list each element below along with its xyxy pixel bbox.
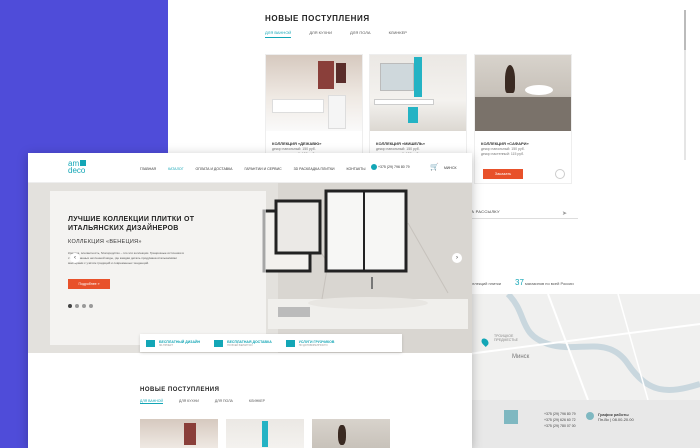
city-selector[interactable]: МИНСК: [444, 166, 457, 170]
feature-title: УСЛУГИ ГРУЗЧИКОВ: [298, 339, 335, 344]
news-tabs: ДЛЯ ВАННОЙ ДЛЯ КУХНИ ДЛЯ ПОЛА КЛИНКЕР: [140, 399, 265, 404]
slider-dot[interactable]: [68, 304, 72, 308]
top-nav: am deco ГЛАВНАЯ КАТАЛОГ ОПЛАТА И ДОСТАВК…: [28, 153, 472, 183]
tab-floor[interactable]: ДЛЯ ПОЛА: [350, 30, 371, 38]
hours-value: Пн-Вс | 08.00-20.00: [598, 417, 634, 422]
stat-collections: коллекций плитки: [468, 278, 501, 287]
tab-clinker[interactable]: КЛИНКЕР: [389, 30, 407, 38]
slider-dot[interactable]: [89, 304, 93, 308]
section-title: НОВЫЕ ПОСТУПЛЕНИЯ: [265, 14, 370, 23]
feature-title: БЕСПЛАТНАЯ ДОСТАВКА: [227, 339, 272, 344]
product-caption: КОЛЛЕКЦИЯ «МИШЕЛЬ»: [376, 141, 425, 146]
product-thumb[interactable]: [140, 419, 218, 448]
order-button[interactable]: Заказать: [483, 169, 523, 179]
menu-item-catalog[interactable]: КАТАЛОГ: [168, 167, 183, 171]
tab-kitchen[interactable]: ДЛЯ КУХНИ: [179, 399, 199, 404]
features-bar: БЕСПЛАТНЫЙ ДИЗАЙН 3D-ПРОЕКТ БЕСПЛАТНАЯ ДО…: [140, 334, 402, 352]
hero-text: Красота, элегантность, благородство – эт…: [68, 251, 184, 265]
compare-button[interactable]: [555, 169, 565, 179]
tab-kitchen[interactable]: ДЛЯ КУХНИ: [309, 30, 332, 38]
hero-title: ЛУЧШИЕ КОЛЛЕКЦИИ ПЛИТКИ ОТ ИТАЛЬЯНСКИХ Д…: [68, 216, 195, 232]
stat-shops: 37 магазинов по всей России: [515, 278, 574, 287]
product-image: [266, 55, 362, 131]
stat-label: магазинов по всей России: [525, 281, 574, 286]
category-tabs: ДЛЯ ВАННОЙ ДЛЯ КУХНИ ДЛЯ ПОЛА КЛИНКЕР: [265, 30, 407, 38]
slider-dot[interactable]: [82, 304, 86, 308]
slider-dots: [68, 304, 93, 308]
footer-phone[interactable]: +375 (29) 780 07 00: [544, 423, 576, 429]
handshake-icon: [285, 339, 295, 347]
logo[interactable]: am deco: [68, 160, 87, 175]
newsletter-label: НА РАССЫЛКУ: [468, 209, 500, 214]
phone-icon: [371, 164, 377, 170]
tab-bathroom[interactable]: ДЛЯ ВАННОЙ: [265, 30, 292, 38]
stat-label: коллекций плитки: [468, 281, 501, 286]
clock-icon: [586, 412, 594, 420]
hero-slider: ЛУЧШИЕ КОЛЛЕКЦИИ ПЛИТКИ ОТ ИТАЛЬЯНСКИХ Д…: [28, 183, 472, 353]
product-caption: КОЛЛЕКЦИЯ «САФАРИ»: [481, 141, 529, 146]
menu-item-3d[interactable]: 3D РАСКЛАДКА ПЛИТКИ: [294, 167, 335, 171]
hero-subtitle: КОЛЛЕКЦИЯ «ВЕНЕЦИЯ»: [68, 239, 142, 245]
menu-item-home[interactable]: ГЛАВНАЯ: [140, 167, 156, 171]
product-image: [370, 55, 466, 131]
product-card[interactable]: КОЛЛЕКЦИЯ «САФАРИ» декор напольный: 150 …: [474, 54, 572, 184]
feature-title: БЕСПЛАТНЫЙ ДИЗАЙН: [159, 339, 201, 344]
menu-item-delivery[interactable]: ОПЛАТА И ДОСТАВКА: [196, 167, 233, 171]
logo-bottom: deco: [68, 166, 86, 175]
product-meta: декор напольный: 150 руб. декор настенны…: [481, 147, 525, 157]
price-wall: декор настенный: 115 руб.: [481, 152, 525, 156]
map[interactable]: ТРОИЦКОЕ ПРЕДМЕСТЬЕ Минск: [468, 294, 700, 400]
truck-icon: [214, 339, 224, 347]
map-label-district: ТРОИЦКОЕ ПРЕДМЕСТЬЕ: [494, 334, 518, 342]
feature-sub: ПО ДОГОВОРЕННОСТИ: [298, 343, 328, 347]
more-button[interactable]: Подробнее »: [68, 279, 110, 289]
footer-logo-icon: [504, 410, 518, 424]
stats-row: коллекций плитки 37 магазинов по всей Ро…: [468, 278, 574, 287]
scrollbar-thumb[interactable]: [684, 10, 686, 50]
main-menu: ГЛАВНАЯ КАТАЛОГ ОПЛАТА И ДОСТАВКА ГАРАНТ…: [140, 167, 365, 171]
map-graphic: [468, 294, 700, 400]
scrollbar[interactable]: [684, 10, 686, 160]
menu-item-warranty[interactable]: ГАРАНТИИ И СЕРВИС: [245, 167, 282, 171]
feature-movers: УСЛУГИ ГРУЗЧИКОВ ПО ДОГОВОРЕННОСТИ: [285, 339, 335, 347]
tab-bathroom[interactable]: ДЛЯ ВАННОЙ: [140, 399, 164, 404]
tab-floor[interactable]: ДЛЯ ПОЛА: [215, 399, 233, 404]
slider-dot[interactable]: [75, 304, 79, 308]
send-icon[interactable]: ➤: [562, 210, 567, 217]
product-thumb[interactable]: [312, 419, 390, 448]
product-thumb[interactable]: [226, 419, 304, 448]
map-label-city: Минск: [512, 354, 530, 360]
newsletter-input[interactable]: [468, 218, 578, 219]
product-caption: КОЛЛЕКЦИЯ «ДЕЖАВЮ»: [272, 141, 322, 146]
footer-hours: График работы Пн-Вс | 08.00-20.00: [598, 412, 634, 422]
header-phone[interactable]: +375 (29) 796 80 79: [378, 165, 410, 169]
footer: +375 (29) 796 80 79 +375 (29) 626 60 72 …: [468, 400, 700, 448]
footer-phones: +375 (29) 796 80 79 +375 (29) 626 60 72 …: [544, 411, 576, 429]
tab-clinker[interactable]: КЛИНКЕР: [249, 399, 265, 404]
feature-sub: 3D-ПРОЕКТ: [159, 343, 174, 347]
stat-value: 37: [515, 278, 524, 287]
next-arrow-icon[interactable]: ›: [452, 253, 462, 263]
feature-sub: ПО ВСЕЙ БЕЛАРУСИ: [227, 343, 253, 347]
menu-item-contacts[interactable]: КОНТАКТЫ: [347, 167, 366, 171]
monitor-icon: [146, 339, 155, 347]
front-page: am deco ГЛАВНАЯ КАТАЛОГ ОПЛАТА И ДОСТАВК…: [28, 153, 472, 448]
cart-icon[interactable]: 🛒: [430, 163, 439, 171]
feature-delivery: БЕСПЛАТНАЯ ДОСТАВКА ПО ВСЕЙ БЕЛАРУСИ: [214, 339, 272, 347]
prev-arrow-icon[interactable]: ‹: [70, 253, 80, 263]
feature-design: БЕСПЛАТНЫЙ ДИЗАЙН 3D-ПРОЕКТ: [146, 339, 201, 347]
news-title: НОВЫЕ ПОСТУПЛЕНИЯ: [140, 387, 220, 393]
product-image: [475, 55, 571, 131]
